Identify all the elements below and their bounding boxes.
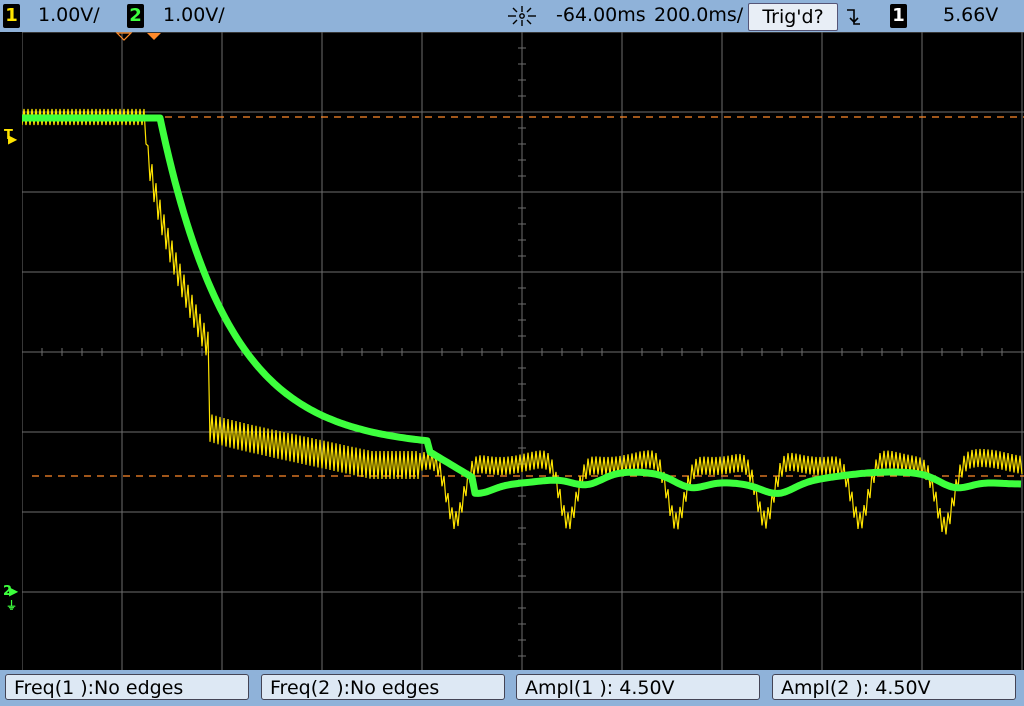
time-reference-marker[interactable] bbox=[147, 33, 161, 40]
time-scale[interactable]: 200.0ms/ bbox=[654, 4, 743, 26]
trigger-level[interactable]: 5.66V bbox=[943, 4, 998, 26]
measurement-freq-1[interactable]: Freq(1 ):No edges bbox=[5, 674, 249, 700]
measurement-ampl-2[interactable]: Ampl(2 ): 4.50V bbox=[772, 674, 1016, 700]
trigger-level-marker[interactable]: T ▶ bbox=[4, 128, 17, 146]
trigger-status-button[interactable]: Trig'd? bbox=[748, 3, 838, 31]
channel-2-ground-marker[interactable]: 2 ▶ ⏚ bbox=[3, 584, 18, 612]
time-delay[interactable]: -64.00ms bbox=[556, 4, 646, 26]
trigger-position-marker[interactable] bbox=[115, 32, 133, 41]
channel-2-scale[interactable]: 1.00V/ bbox=[163, 4, 225, 26]
measurement-ampl-1[interactable]: Ampl(1 ): 4.50V bbox=[516, 674, 760, 700]
falling-edge-icon bbox=[847, 9, 860, 25]
arrow-right-icon: ▶ bbox=[8, 132, 18, 146]
trigger-source-badge[interactable]: 1 bbox=[890, 4, 907, 28]
graticule bbox=[22, 32, 1024, 670]
status-bar: 1 1.00V/ 2 1.00V/ -64.00ms 200.0ms/ Trig… bbox=[0, 0, 1024, 32]
arrow-right-icon: ▶ bbox=[9, 584, 19, 598]
channel-1-badge[interactable]: 1 bbox=[3, 4, 20, 28]
channel-1-scale[interactable]: 1.00V/ bbox=[38, 4, 100, 26]
channel-2-badge[interactable]: 2 bbox=[127, 4, 144, 28]
trigger-position-icon bbox=[508, 6, 536, 26]
measurement-freq-2[interactable]: Freq(2 ):No edges bbox=[261, 674, 505, 700]
ground-icon: ⏚ bbox=[6, 599, 17, 612]
measurement-bar: Freq(1 ):No edges Freq(2 ):No edges Ampl… bbox=[0, 670, 1024, 706]
waveform-display[interactable] bbox=[22, 32, 1024, 670]
